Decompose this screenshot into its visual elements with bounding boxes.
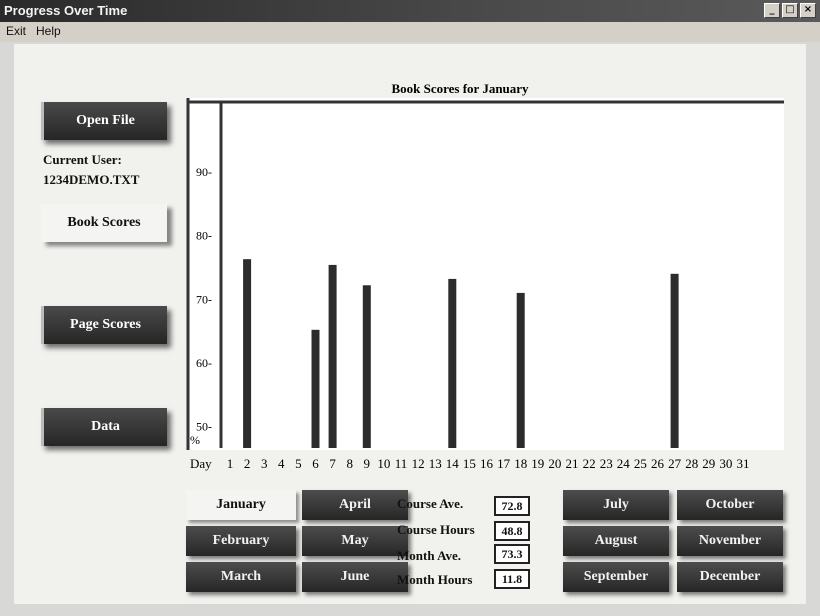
chart-title: Book Scores for January (391, 81, 529, 96)
x-tick-label: 8 (346, 456, 353, 471)
month-button-september[interactable]: September (563, 562, 669, 592)
x-tick-label: 17 (497, 456, 511, 471)
x-tick-label: 7 (329, 456, 336, 471)
bar-day-7 (328, 264, 337, 448)
x-tick-label: 23 (600, 456, 613, 471)
y-tick-label: 50- (196, 420, 212, 434)
x-tick-label: 21 (566, 456, 579, 471)
x-tick-label: 20 (548, 456, 561, 471)
x-tick-label: 22 (583, 456, 596, 471)
bar-day-6 (311, 329, 320, 448)
x-axis-label: Day (190, 456, 212, 471)
x-tick-label: 3 (261, 456, 268, 471)
month-hours-value: 11.8 (494, 569, 530, 589)
y-axis-label: % (190, 433, 200, 447)
plot-area (188, 98, 784, 450)
course-ave-value: 72.8 (494, 496, 530, 516)
x-tick-label: 15 (463, 456, 476, 471)
x-tick-label: 2 (244, 456, 251, 471)
x-tick-label: 12 (412, 456, 425, 471)
x-tick-label: 1 (227, 456, 234, 471)
bar-day-27 (670, 273, 679, 448)
month-button-november[interactable]: November (677, 526, 783, 556)
x-tick-label: 10 (377, 456, 390, 471)
book-scores-chart: Book Scores for January % Day 50- 60- 70- 8… (186, 81, 784, 471)
x-tick-label: 16 (480, 456, 494, 471)
x-tick-label: 28 (685, 456, 698, 471)
y-tick-label: 70- (196, 292, 212, 306)
x-tick-label: 25 (634, 456, 647, 471)
y-tick-label: 90- (196, 165, 212, 179)
x-tick-label: 4 (278, 456, 285, 471)
x-tick-label: 18 (514, 456, 527, 471)
x-tick-label: 14 (446, 456, 460, 471)
month-button-august[interactable]: August (563, 526, 669, 556)
month-ave-value: 73.3 (494, 544, 530, 564)
x-tick-label: 19 (531, 456, 544, 471)
x-tick-label: 29 (702, 456, 715, 471)
month-button-june[interactable]: June (302, 562, 408, 592)
x-tick-label: 30 (719, 456, 732, 471)
course-hours-label: Course Hours (397, 522, 475, 537)
x-tick-label: 9 (364, 456, 371, 471)
x-tick-label: 11 (395, 456, 408, 471)
month-button-february[interactable]: February (186, 526, 296, 556)
month-ave-label: Month Ave. (397, 548, 462, 563)
month-button-may[interactable]: May (302, 526, 408, 556)
month-button-july[interactable]: July (563, 490, 669, 520)
course-hours-value: 48.8 (494, 521, 530, 541)
y-tick-label: 60- (196, 356, 212, 370)
bar-day-9 (362, 285, 371, 448)
bar-day-14 (448, 278, 457, 448)
y-tick-label: 80- (196, 229, 212, 243)
x-tick-label: 13 (429, 456, 442, 471)
x-tick-label: 5 (295, 456, 302, 471)
course-ave-label: Course Ave. (397, 496, 464, 511)
bar-day-2 (243, 259, 252, 448)
x-tick-label: 24 (617, 456, 631, 471)
x-tick-label: 26 (651, 456, 665, 471)
x-tick-label: 31 (737, 456, 750, 471)
month-button-march[interactable]: March (186, 562, 296, 592)
month-button-january[interactable]: January (186, 490, 296, 520)
month-button-december[interactable]: December (677, 562, 783, 592)
month-button-october[interactable]: October (677, 490, 783, 520)
x-tick-label: 6 (312, 456, 319, 471)
month-hours-label: Month Hours (397, 572, 473, 587)
bar-day-18 (516, 292, 525, 448)
month-button-april[interactable]: April (302, 490, 408, 520)
x-tick-label: 27 (668, 456, 682, 471)
